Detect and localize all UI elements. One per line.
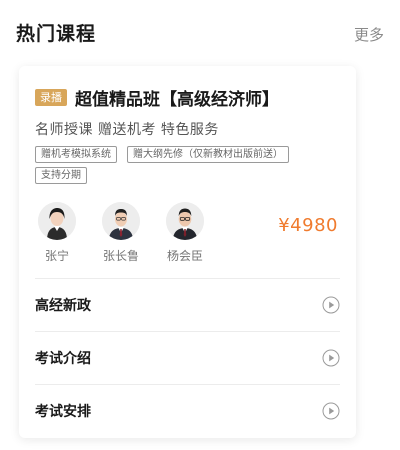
course-tags: 赠机考模拟系统 赠大纲先修（仅新教材出版前送） 支持分期 [35, 146, 345, 184]
tag-installment: 支持分期 [35, 167, 87, 184]
course-price: ¥4980 [278, 215, 338, 236]
section-title: 热门课程 [16, 23, 97, 45]
tag-mock-exam: 赠机考模拟系统 [35, 146, 117, 163]
teacher-name: 张长鲁 [102, 249, 139, 263]
teacher-name: 张宁 [44, 249, 69, 263]
recorded-badge: 录播 [35, 88, 67, 106]
play-circle-icon[interactable] [322, 296, 340, 314]
play-circle-icon[interactable] [322, 402, 340, 420]
avatar [102, 202, 140, 240]
teacher-item[interactable]: 张宁 [37, 202, 77, 264]
course-card[interactable]: 录播 超值精品班【高级经济师】 名师授课 赠送机考 特色服务 赠机考模拟系统 赠… [19, 66, 356, 438]
course-title[interactable]: 超值精品班【高级经济师】 [75, 85, 279, 110]
avatar [166, 202, 204, 240]
play-circle-icon[interactable] [322, 349, 340, 367]
teacher-item[interactable]: 杨会臣 [165, 202, 205, 264]
menu-item-label: 考试安排 [35, 404, 91, 420]
menu-item-policy[interactable]: 高经新政 [35, 278, 340, 331]
course-subtitle: 名师授课 赠送机考 特色服务 [35, 122, 219, 138]
tag-syllabus-preview: 赠大纲先修（仅新教材出版前送） [127, 146, 289, 163]
menu-item-exam-intro[interactable]: 考试介绍 [35, 331, 340, 384]
section-header: 热门课程 更多 [0, 0, 400, 60]
teacher-name: 杨会臣 [166, 249, 203, 263]
more-link[interactable]: 更多 [354, 24, 384, 45]
avatar [38, 202, 76, 240]
menu-item-label: 考试介绍 [35, 351, 91, 367]
menu-item-exam-schedule[interactable]: 考试安排 [35, 384, 340, 437]
course-title-row: 录播 超值精品班【高级经济师】 [35, 85, 279, 110]
teacher-item[interactable]: 张长鲁 [101, 202, 141, 264]
course-menu: 高经新政 考试介绍 考试安排 [35, 278, 340, 437]
menu-item-label: 高经新政 [35, 298, 91, 314]
